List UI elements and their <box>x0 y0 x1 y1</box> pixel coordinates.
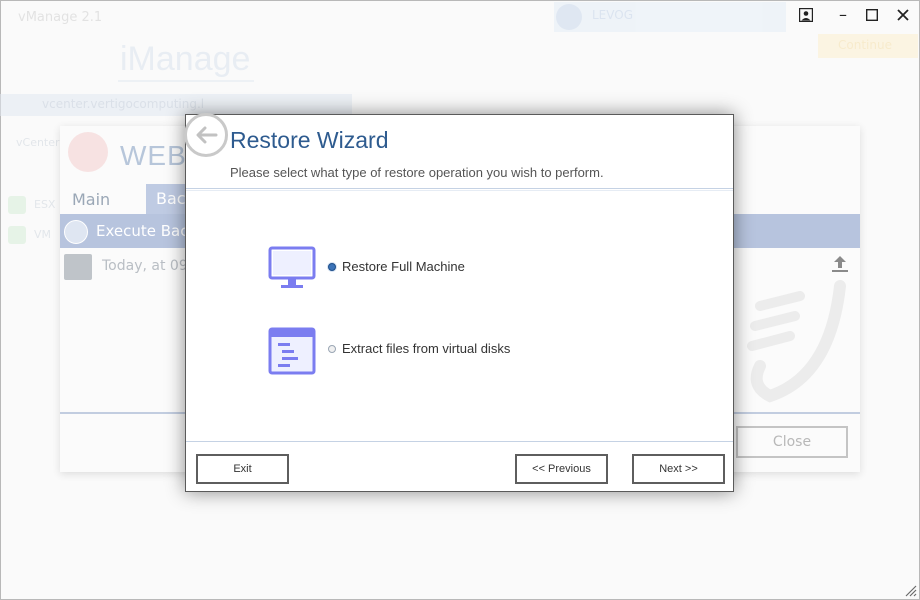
vm-icon <box>8 226 26 244</box>
vm-icon <box>8 196 26 214</box>
option-label[interactable]: Restore Full Machine <box>342 259 465 274</box>
header-divider-shadow <box>186 190 733 191</box>
exit-button[interactable]: Exit <box>196 454 289 484</box>
app-title: vManage 2.1 <box>18 10 103 25</box>
sidebar-item-label: VM <box>34 228 52 241</box>
banner-icon <box>556 4 582 30</box>
header-divider <box>186 188 733 189</box>
minimize-button[interactable]: – <box>833 6 853 24</box>
dialog-subtitle: Please select what type of restore opera… <box>230 165 604 180</box>
brand-underline <box>118 80 254 82</box>
previous-button[interactable]: << Previous <box>515 454 608 484</box>
tab-main[interactable]: Main <box>72 190 110 209</box>
restore-wizard-dialog: Restore Wizard Please select what type o… <box>184 113 734 492</box>
host-label: vcenter.vertigocomputing.l <box>42 97 205 111</box>
monitor-icon <box>268 246 316 288</box>
panel-logo <box>68 132 108 172</box>
background-close-button: Close <box>736 426 848 458</box>
radio-restore-full-machine[interactable] <box>328 263 336 271</box>
execute-backup-label[interactable]: Execute Back <box>96 222 197 240</box>
maximize-button[interactable] <box>862 6 882 24</box>
back-arrow-icon[interactable] <box>184 113 228 157</box>
watermark-icon <box>747 280 846 403</box>
account-icon[interactable] <box>796 6 816 24</box>
warning-label: Continue <box>838 38 892 52</box>
sidebar-item-label: ESX <box>34 198 56 211</box>
option-label[interactable]: Extract files from virtual disks <box>342 341 510 356</box>
dialog-title: Restore Wizard <box>230 127 389 153</box>
resize-grip-icon[interactable] <box>903 583 917 597</box>
next-button[interactable]: Next >> <box>632 454 725 484</box>
footer-divider <box>186 441 733 442</box>
close-button[interactable] <box>893 6 913 24</box>
file-window-icon <box>268 327 316 375</box>
top-banner <box>554 2 786 32</box>
radio-extract-files[interactable] <box>328 345 336 353</box>
brand-logo-text: iManage <box>120 40 251 78</box>
banner-label: LEVOG <box>592 8 634 22</box>
server-icon <box>64 254 92 280</box>
sidebar-item-label: vCenter <box>16 136 60 149</box>
download-icon <box>64 220 88 244</box>
